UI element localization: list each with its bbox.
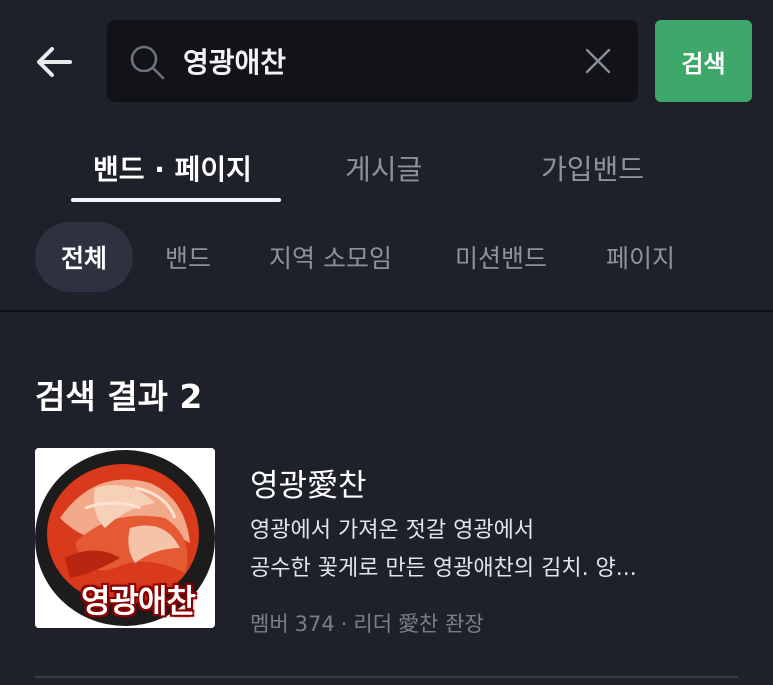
close-icon[interactable] <box>582 45 614 77</box>
leader-name: 愛찬 좐장 <box>398 612 484 636</box>
band-thumbnail: 영광애찬 <box>35 448 215 628</box>
list-item[interactable]: 영광애찬 영광愛찬 영광에서 가져온 젓갈 영광에서 공수한 꽃게로 만든 영광… <box>35 448 735 638</box>
description-line: 영광에서 가져온 젓갈 영광에서 <box>250 518 535 543</box>
list-divider <box>35 676 738 678</box>
top-bar: 검색 <box>0 0 773 120</box>
arrow-left-icon <box>37 47 72 77</box>
tab-posts[interactable]: 게시글 <box>345 148 422 188</box>
search-box[interactable] <box>107 20 638 102</box>
filter-chips: 전체 밴드 지역 소모임 미션밴드 페이지 <box>0 222 773 294</box>
back-button[interactable] <box>28 36 80 88</box>
result-meta: 멤버 374 · 리더 愛찬 좐장 <box>250 608 490 638</box>
search-icon <box>130 45 165 80</box>
result-title[interactable]: 영광愛찬 <box>250 460 367 505</box>
filter-local-group[interactable]: 지역 소모임 <box>269 222 392 292</box>
filter-mission-band[interactable]: 미션밴드 <box>455 222 547 292</box>
result-description: 영광에서 가져온 젓갈 영광에서 공수한 꽃게로 만든 영광애찬의 김치. 양.… <box>250 512 720 588</box>
active-tab-indicator <box>71 198 281 202</box>
search-input[interactable] <box>183 36 563 86</box>
thumbnail-logo-text: 영광애찬 <box>81 582 196 620</box>
tab-band-page[interactable]: 밴드 · 페이지 <box>93 148 252 188</box>
filter-page[interactable]: 페이지 <box>606 222 675 292</box>
filter-all[interactable]: 전체 <box>35 222 133 292</box>
tab-bar: 밴드 · 페이지 게시글 가입밴드 <box>0 130 773 205</box>
filter-band[interactable]: 밴드 <box>165 222 211 292</box>
description-line: 공수한 꽃게로 만든 영광애찬의 김치. 양... <box>250 556 637 581</box>
member-label: 멤버 <box>250 612 289 636</box>
results-heading: 검색 결과 2 <box>35 377 203 416</box>
member-count: 374 <box>294 612 335 636</box>
tab-joined-bands[interactable]: 가입밴드 <box>541 148 644 188</box>
leader-label: 리더 <box>353 612 393 636</box>
meta-separator: · <box>340 612 348 636</box>
section-divider <box>0 310 773 312</box>
search-button[interactable]: 검색 <box>655 20 752 102</box>
